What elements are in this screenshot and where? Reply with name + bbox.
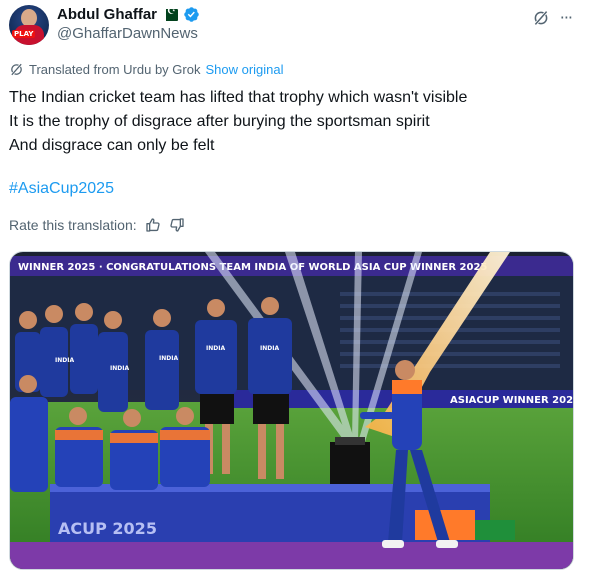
trophy-stand-top bbox=[335, 437, 365, 445]
purple-carpet bbox=[10, 542, 573, 569]
grok-translate-icon bbox=[11, 63, 22, 76]
board-text: ASIACUP WINNER 2025 bbox=[450, 395, 574, 406]
more-options-icon[interactable]: ··· bbox=[560, 8, 573, 27]
grok-icon[interactable] bbox=[532, 9, 550, 27]
jersey-text: INDIA bbox=[55, 357, 74, 364]
pakistan-flag-icon bbox=[162, 6, 178, 21]
author-handle[interactable]: @GhaffarDawnNews bbox=[57, 25, 198, 42]
rate-translation-row: Rate this translation: bbox=[9, 217, 185, 233]
jersey-text: INDIA bbox=[159, 355, 178, 362]
show-original-link[interactable]: Show original bbox=[205, 62, 283, 77]
jersey-text: INDIA bbox=[206, 345, 225, 352]
author-display-name[interactable]: Abdul Ghaffar bbox=[57, 6, 157, 23]
thumbs-down-icon[interactable] bbox=[169, 217, 185, 233]
hashtag-link[interactable]: #AsiaCup2025 bbox=[9, 180, 114, 198]
author-name-row[interactable]: Abdul Ghaffar bbox=[57, 6, 200, 23]
tweet-header-actions: ··· bbox=[532, 8, 573, 27]
avatar-badge: PLAY bbox=[12, 30, 36, 38]
tweet-media-image[interactable]: WINNER 2025 · CONGRATULATIONS TEAM INDIA… bbox=[9, 251, 574, 570]
cricket-celebration-photo: WINNER 2025 · CONGRATULATIONS TEAM INDIA… bbox=[10, 252, 574, 569]
tweet-line: It is the trophy of disgrace after buryi… bbox=[9, 113, 430, 130]
jersey-text: INDIA bbox=[260, 345, 279, 352]
green-box bbox=[475, 520, 515, 540]
avatar[interactable]: PLAY bbox=[9, 5, 49, 45]
stage-text: ACUP 2025 bbox=[58, 519, 157, 538]
verified-badge-icon bbox=[184, 7, 199, 22]
tweet-line: The Indian cricket team has lifted that … bbox=[9, 89, 468, 106]
tweet-line: And disgrace can only be felt bbox=[9, 137, 215, 154]
jersey-text: INDIA bbox=[110, 365, 129, 372]
rate-translation-label: Rate this translation: bbox=[9, 217, 137, 233]
tweet-card: PLAY Abdul Ghaffar @GhaffarDawnNews ··· … bbox=[0, 0, 600, 584]
thumbs-up-icon[interactable] bbox=[145, 217, 161, 233]
translation-notice: Translated from Urdu by Grok Show origin… bbox=[9, 62, 284, 77]
tweet-text: The Indian cricket team has lifted that … bbox=[9, 86, 569, 158]
translation-notice-text: Translated from Urdu by Grok bbox=[29, 62, 201, 77]
empty-trophy-stand bbox=[330, 442, 370, 484]
